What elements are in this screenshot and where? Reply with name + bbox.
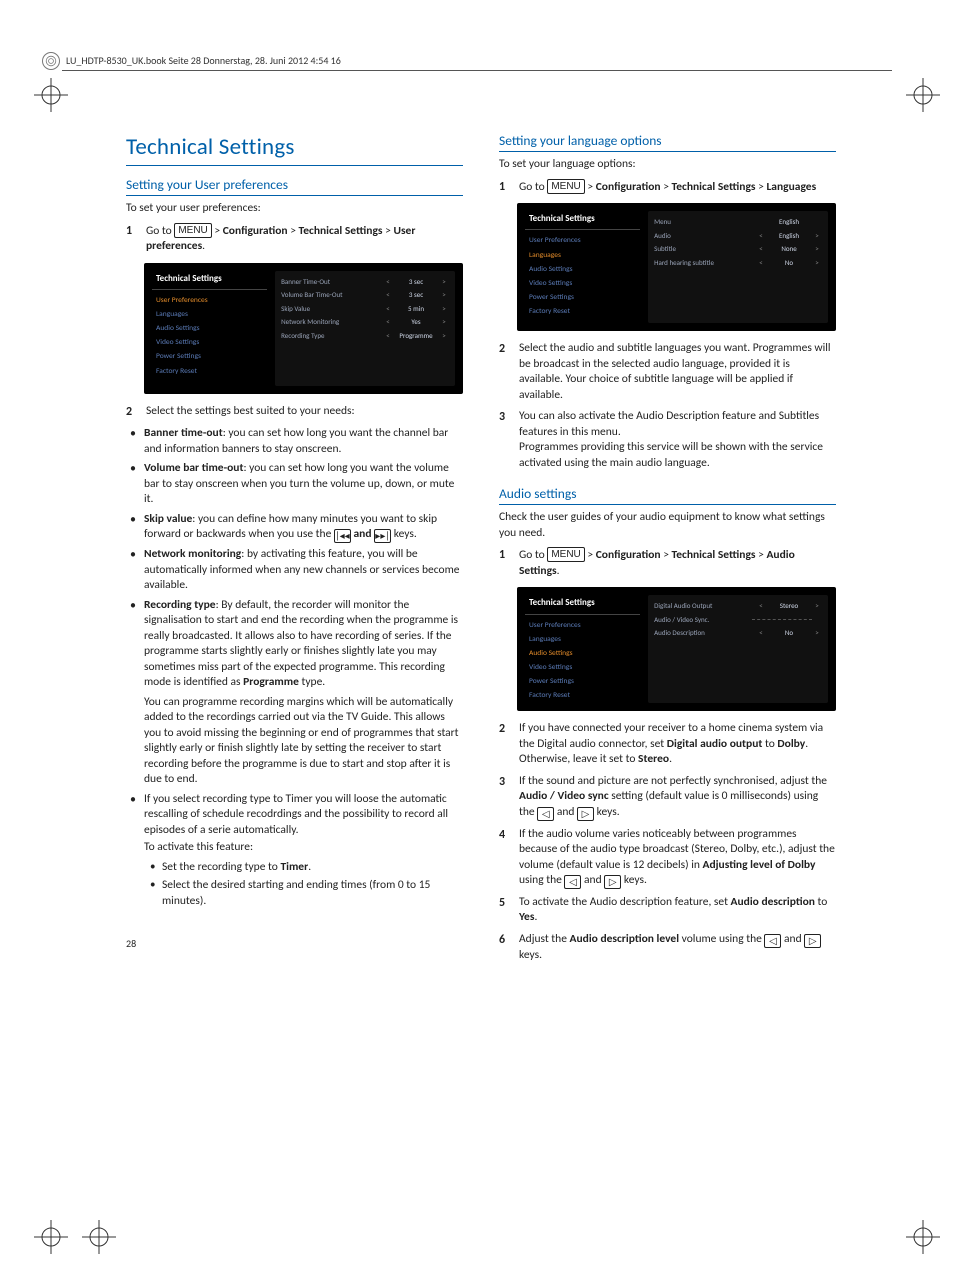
intro-text: To set your user preferences: bbox=[126, 201, 463, 217]
screenshot-languages: Technical Settings User Preferences Lang… bbox=[517, 203, 836, 331]
right-key-icon: ▷ bbox=[577, 807, 594, 821]
menu-key: MENU bbox=[174, 223, 211, 238]
right-key-icon: ▷ bbox=[804, 934, 821, 948]
rewind-key-icon: |◂◂ bbox=[334, 529, 351, 543]
registration-mark-icon bbox=[906, 78, 940, 112]
registration-mark-icon bbox=[82, 1220, 116, 1254]
registration-mark-icon bbox=[34, 1220, 68, 1254]
settings-list: Banner time-out: you can set how long yo… bbox=[126, 426, 463, 909]
right-key-icon: ▷ bbox=[604, 875, 621, 889]
menu-key: MENU bbox=[547, 179, 584, 194]
fastfwd-key-icon: ▸▸| bbox=[374, 529, 391, 543]
lang-step-1: 1 Go to MENU > Configuration > Technical… bbox=[499, 179, 836, 196]
registration-mark-icon bbox=[34, 78, 68, 112]
left-key-icon: ◁ bbox=[564, 875, 581, 889]
left-key-icon: ◁ bbox=[764, 934, 781, 948]
left-key-icon: ◁ bbox=[537, 807, 554, 821]
screenshot-user-prefs: Technical Settings User Preferences Lang… bbox=[144, 263, 463, 394]
page-title: Technical Settings bbox=[126, 132, 463, 166]
right-column: Setting your language options To set you… bbox=[499, 132, 836, 969]
section-language: Setting your language options bbox=[499, 132, 836, 152]
left-column: Technical Settings Setting your User pre… bbox=[126, 132, 463, 969]
section-user-prefs: Setting your User preferences bbox=[126, 176, 463, 196]
page-number: 28 bbox=[126, 937, 463, 951]
section-audio: Audio settings bbox=[499, 485, 836, 505]
step-2: 2 Select the settings best suited to you… bbox=[126, 404, 463, 420]
registration-mark-icon bbox=[906, 1220, 940, 1254]
step-1: 1 Go to MENU > Configuration > Technical… bbox=[126, 223, 463, 255]
screenshot-audio: Technical Settings User Preferences Lang… bbox=[517, 587, 836, 711]
menu-key: MENU bbox=[547, 547, 584, 562]
